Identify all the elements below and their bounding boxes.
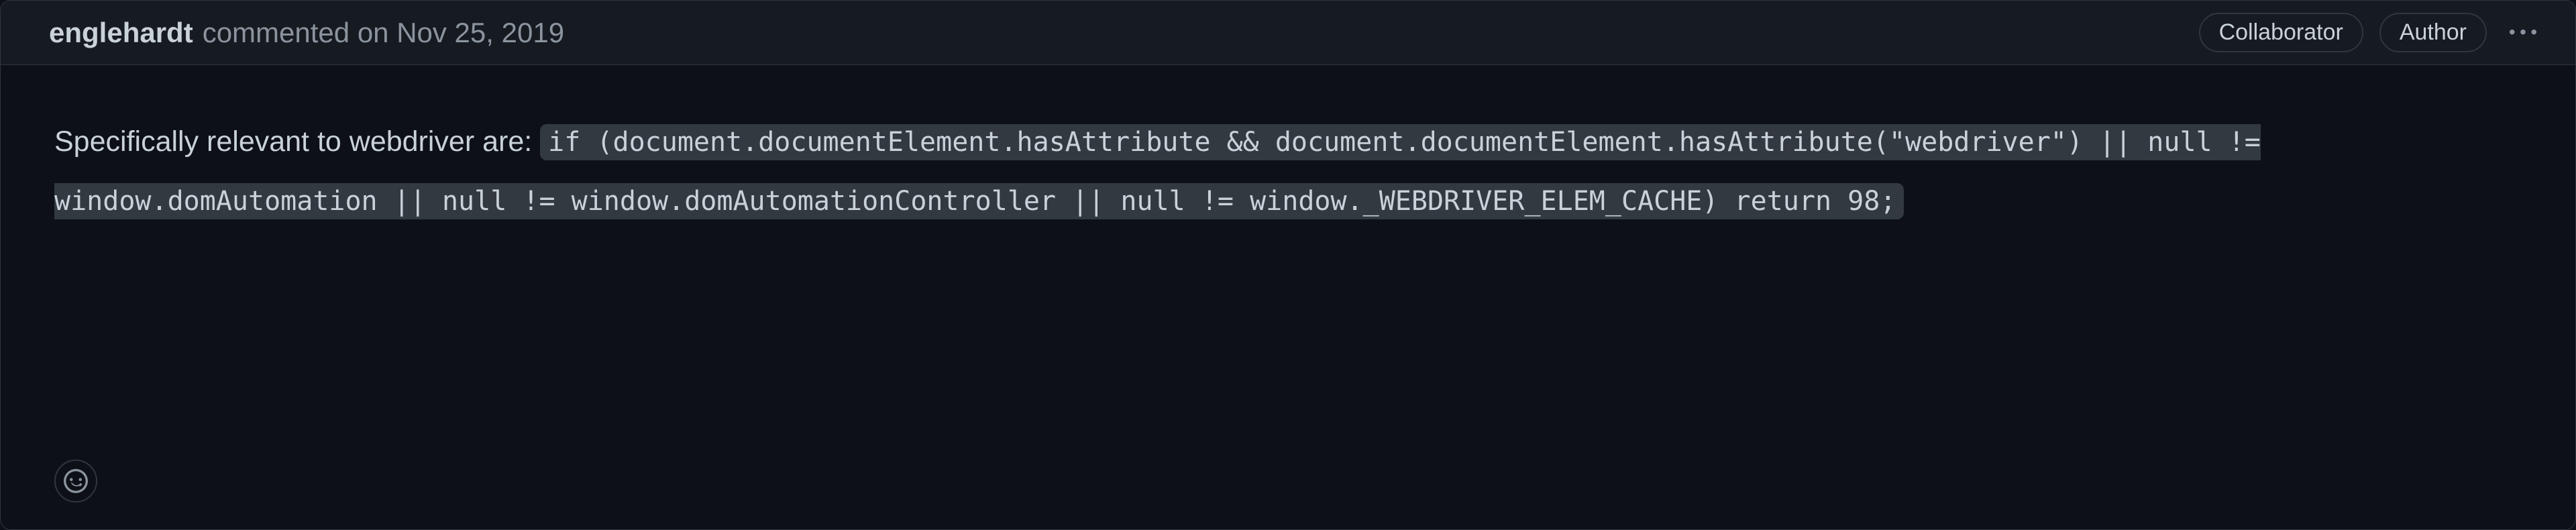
comment-body: Specifically relevant to webdriver are: …	[1, 65, 2575, 460]
comment-author-link[interactable]: englehardt	[49, 17, 193, 49]
comment-lead-text: Specifically relevant to webdriver are:	[54, 125, 540, 158]
comment-action-text: commented on Nov 25, 2019	[203, 17, 564, 49]
comment-paragraph: Specifically relevant to webdriver are: …	[54, 112, 2522, 230]
collaborator-badge: Collaborator	[2199, 13, 2363, 52]
date-prefix: on	[358, 17, 389, 48]
comment-header-left: englehardt commented on Nov 25, 2019	[49, 17, 564, 49]
comment-actions-menu-button[interactable]	[2503, 13, 2543, 53]
comment-timestamp-link[interactable]: Nov 25, 2019	[396, 17, 564, 48]
add-reaction-button[interactable]	[54, 460, 97, 502]
author-badge: Author	[2379, 13, 2487, 52]
comment-header-right: Collaborator Author	[2199, 13, 2543, 53]
smiley-icon	[64, 469, 88, 493]
kebab-horizontal-icon	[2510, 19, 2536, 46]
reaction-row	[1, 460, 2575, 529]
commented-label: commented	[203, 17, 350, 48]
comment-header: englehardt commented on Nov 25, 2019 Col…	[1, 1, 2575, 65]
comment-container: englehardt commented on Nov 25, 2019 Col…	[0, 0, 2576, 530]
